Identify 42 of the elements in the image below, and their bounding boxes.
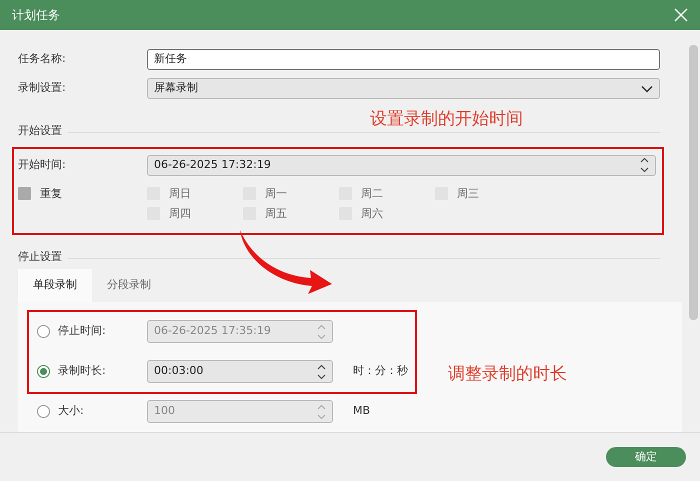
annotation-text: 调整录制的时长 — [448, 362, 567, 386]
radio-button[interactable] — [37, 365, 50, 378]
checkbox-label: 周五 — [265, 207, 287, 220]
radio-label: 停止时间: — [58, 323, 107, 340]
annotation-text: 设置录制的开始时间 — [370, 108, 523, 131]
section-heading: 开始设置 — [18, 122, 62, 138]
close-icon[interactable] — [674, 8, 688, 22]
radio-button[interactable] — [37, 405, 50, 418]
select-field[interactable]: 屏幕录制 — [147, 78, 660, 99]
tab[interactable]: 分段录制 — [92, 269, 166, 302]
field-label: 任务名称: — [18, 51, 67, 68]
scrollbar-thumb[interactable] — [689, 45, 698, 320]
checkbox-label: 周六 — [361, 207, 383, 220]
field-value: 100 — [154, 403, 175, 420]
datetime-field[interactable]: 06-26-2025 17:32:19 — [147, 154, 656, 176]
checkbox-label: 周一 — [265, 187, 287, 200]
section-heading: 停止设置 — [18, 248, 62, 264]
checkbox-label: 周日 — [169, 187, 191, 200]
field-value: 00:03:00 — [154, 363, 204, 380]
checkbox[interactable] — [18, 187, 31, 200]
confirm-button[interactable]: 确定 — [606, 447, 686, 467]
unit-label: 时：分：秒 — [353, 363, 408, 380]
chevron-down-icon — [641, 84, 653, 92]
tab[interactable]: 单段录制 — [18, 269, 92, 302]
field-label: 录制设置: — [18, 80, 67, 96]
checkbox-label: 重复 — [40, 187, 62, 200]
text-field[interactable]: 新任务 — [147, 49, 660, 70]
radio-label: 大小: — [58, 403, 85, 420]
unit-label: MB — [353, 403, 370, 420]
field-value: 06-26-2025 17:35:19 — [154, 323, 271, 340]
field-label: 开始时间: — [18, 156, 67, 173]
select-value: 屏幕录制 — [154, 80, 198, 96]
spinner-icon[interactable] — [640, 157, 649, 173]
field-value: 06-26-2025 17:32:19 — [154, 156, 271, 173]
radio-button[interactable] — [37, 325, 50, 338]
spin-field[interactable]: 00:03:00 — [147, 360, 333, 383]
window-title: 计划任务 — [12, 7, 60, 24]
checkbox-label: 周三 — [457, 187, 479, 200]
checkbox-label: 周四 — [169, 207, 191, 220]
radio-label: 录制时长: — [58, 363, 107, 380]
spinner-icon[interactable] — [317, 364, 326, 380]
checkbox-label: 周二 — [361, 187, 383, 200]
